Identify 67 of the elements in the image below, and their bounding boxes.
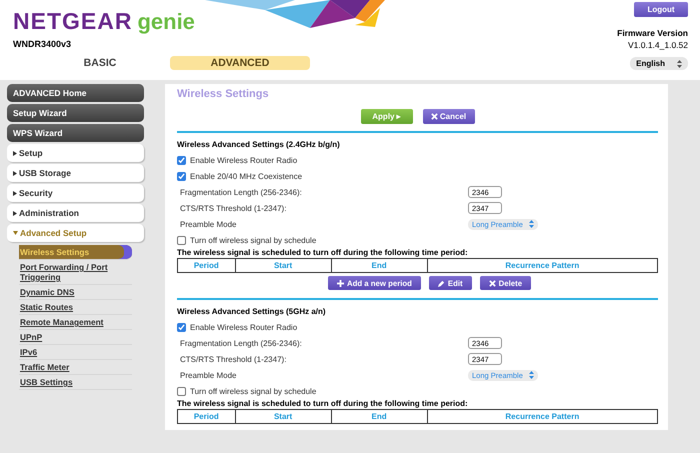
- column-header: Start: [235, 410, 332, 424]
- checkbox-label: Turn off wireless signal by schedule: [190, 236, 316, 244]
- field-label: CTS/RTS Threshold (1-2347):: [180, 204, 288, 212]
- model-name: WNDR3400v3: [13, 39, 72, 49]
- checkbox[interactable]: [177, 156, 186, 164]
- schedule-note: The wireless signal is scheduled to turn off during the following time period:: [177, 248, 469, 257]
- menu-group[interactable]: Setup: [7, 144, 144, 162]
- column-header: End: [331, 410, 428, 424]
- checkbox-label: Enable Wireless Router Radio: [190, 156, 298, 164]
- firmware-label: Firmware Version: [617, 28, 688, 38]
- plus-icon: [336, 280, 344, 286]
- column-header: End: [331, 258, 428, 272]
- submenu-link[interactable]: Traffic Meter: [19, 360, 132, 375]
- section-heading: Wireless Advanced Settings (5GHz a/n): [177, 307, 327, 316]
- menu-group[interactable]: Security: [7, 184, 144, 202]
- caret-right-icon: [13, 210, 17, 216]
- caret-right-icon: [13, 150, 17, 156]
- caret-right-icon: [13, 170, 17, 176]
- close-icon: [488, 280, 496, 286]
- column-header: Period: [178, 258, 236, 272]
- submenu-link[interactable]: Dynamic DNS: [19, 285, 132, 300]
- menu-group[interactable]: Advanced Setup: [7, 224, 144, 242]
- stepper-icon: [528, 220, 534, 228]
- stepper-icon: [528, 370, 534, 378]
- stepper-icon: [677, 60, 682, 68]
- checkbox-label: Enable Wireless Router Radio: [190, 322, 298, 332]
- submenu-link[interactable]: USB Settings: [19, 375, 132, 390]
- language-dropdown[interactable]: English: [630, 57, 688, 70]
- cancel-button[interactable]: Cancel: [422, 109, 474, 124]
- column-header: Recurrence Pattern: [427, 410, 658, 424]
- submenu-link[interactable]: Remote Management: [19, 315, 132, 330]
- product-logo: genie: [137, 9, 195, 35]
- field-label: Fragmentation Length (256-2346):: [180, 338, 303, 348]
- nav-tab[interactable]: BASIC: [30, 56, 170, 70]
- menu-button[interactable]: WPS Wizard: [7, 124, 144, 142]
- column-header: Period: [178, 410, 236, 424]
- checkbox-label: Enable 20/40 MHz Coexistence: [190, 172, 302, 180]
- menu-group[interactable]: Administration: [7, 204, 144, 222]
- submenu-link[interactable]: Static Routes: [19, 300, 132, 315]
- field-label: Preamble Mode: [180, 220, 238, 228]
- submenu-link[interactable]: UPnP: [19, 330, 132, 345]
- page-title: Wireless Settings: [177, 88, 270, 100]
- logout-button[interactable]: Logout: [634, 2, 688, 17]
- column-header: Recurrence Pattern: [427, 258, 658, 272]
- menu-group[interactable]: USB Storage: [7, 164, 144, 182]
- caret-down-icon: [13, 231, 18, 235]
- field-label: Preamble Mode: [180, 370, 238, 380]
- checkbox[interactable]: [177, 236, 186, 244]
- checkbox[interactable]: [177, 386, 186, 396]
- submenu-link[interactable]: IPv6: [19, 345, 132, 360]
- checkbox-label: Turn off wireless signal by schedule: [190, 386, 316, 396]
- nav-tab[interactable]: ADVANCED: [170, 56, 310, 70]
- firmware-version: V1.0.1.4_1.0.52: [628, 40, 688, 50]
- column-header: Start: [235, 258, 332, 272]
- section-heading: Wireless Advanced Settings (2.4GHz b/g/n): [177, 140, 341, 149]
- menu-button[interactable]: ADVANCED Home: [7, 84, 144, 102]
- checkbox[interactable]: [177, 172, 186, 180]
- pencil-icon: [438, 280, 445, 286]
- menu-button[interactable]: Setup Wizard: [7, 104, 144, 122]
- close-icon: [430, 113, 438, 120]
- field-label: Fragmentation Length (256-2346):: [180, 188, 303, 196]
- field-label: CTS/RTS Threshold (1-2347):: [180, 354, 288, 364]
- schedule-note: The wireless signal is scheduled to turn off during the following time period:: [177, 399, 469, 408]
- checkbox[interactable]: [177, 322, 186, 332]
- submenu-link[interactable]: Port Forwarding / Port Triggering: [19, 260, 132, 285]
- caret-right-icon: [13, 190, 17, 196]
- brand-logo: NETGEAR: [13, 8, 132, 35]
